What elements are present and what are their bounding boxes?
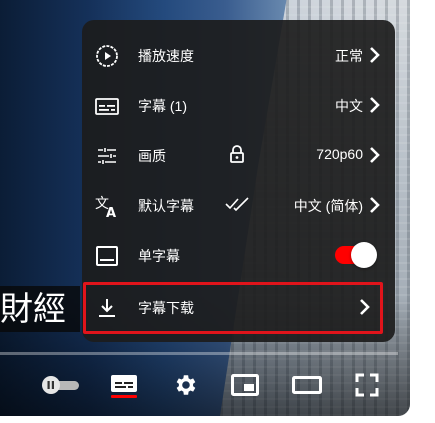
chevron-right-icon: [368, 195, 382, 215]
menu-item-subtitle-download[interactable]: 字幕下载: [82, 282, 395, 334]
highlight-box: [83, 282, 383, 334]
chevron-right-icon: [368, 95, 382, 115]
play-circle-icon: [94, 43, 120, 69]
fullscreen-icon[interactable]: [352, 370, 382, 400]
menu-item-single-subtitle[interactable]: 单字幕: [82, 230, 395, 280]
caption-text: 財經: [0, 286, 80, 332]
chevron-right-icon: [358, 297, 372, 317]
menu-item-label: 画质: [138, 148, 166, 164]
menu-item-value: 中文: [335, 98, 363, 114]
menu-item-subtitles[interactable]: 字幕 (1) 中文: [82, 80, 395, 130]
caption-box-icon: [94, 243, 120, 269]
theater-mode-icon[interactable]: [290, 370, 324, 400]
player-controls: [0, 360, 410, 412]
menu-item-label: 字幕 (1): [138, 98, 187, 114]
subtitles-cc-icon[interactable]: [109, 370, 139, 400]
svg-text:A: A: [106, 206, 116, 219]
menu-item-playback-speed[interactable]: 播放速度 正常: [82, 30, 395, 80]
autoplay-toggle-icon[interactable]: [38, 370, 82, 400]
menu-item-label: 字幕下载: [138, 300, 194, 316]
download-icon: [94, 295, 120, 321]
menu-item-label: 单字幕: [138, 248, 180, 264]
menu-item-value: 中文 (简体): [293, 198, 363, 214]
chevron-right-icon: [368, 145, 382, 165]
settings-menu: 播放速度 正常 字幕 (1) 中文 画质 720p60 文 A 默认字幕 中文 …: [82, 20, 395, 342]
lock-icon: [228, 144, 246, 164]
progress-bar[interactable]: [0, 352, 398, 355]
miniplayer-icon[interactable]: [230, 370, 260, 400]
translate-icon: 文 A: [94, 193, 120, 219]
sliders-icon: [94, 143, 120, 169]
menu-item-default-subtitles[interactable]: 文 A 默认字幕 中文 (简体): [82, 180, 395, 230]
menu-item-value: 正常: [335, 48, 363, 64]
menu-item-label: 默认字幕: [138, 198, 194, 214]
toggle-knob: [351, 242, 377, 268]
menu-item-label: 播放速度: [138, 48, 194, 64]
subtitles-icon: [94, 93, 120, 119]
chevron-right-icon: [368, 45, 382, 65]
menu-item-quality[interactable]: 画质 720p60: [82, 130, 395, 180]
menu-item-value: 720p60: [316, 146, 363, 162]
settings-gear-icon[interactable]: [170, 370, 200, 400]
double-check-icon: [224, 196, 252, 212]
